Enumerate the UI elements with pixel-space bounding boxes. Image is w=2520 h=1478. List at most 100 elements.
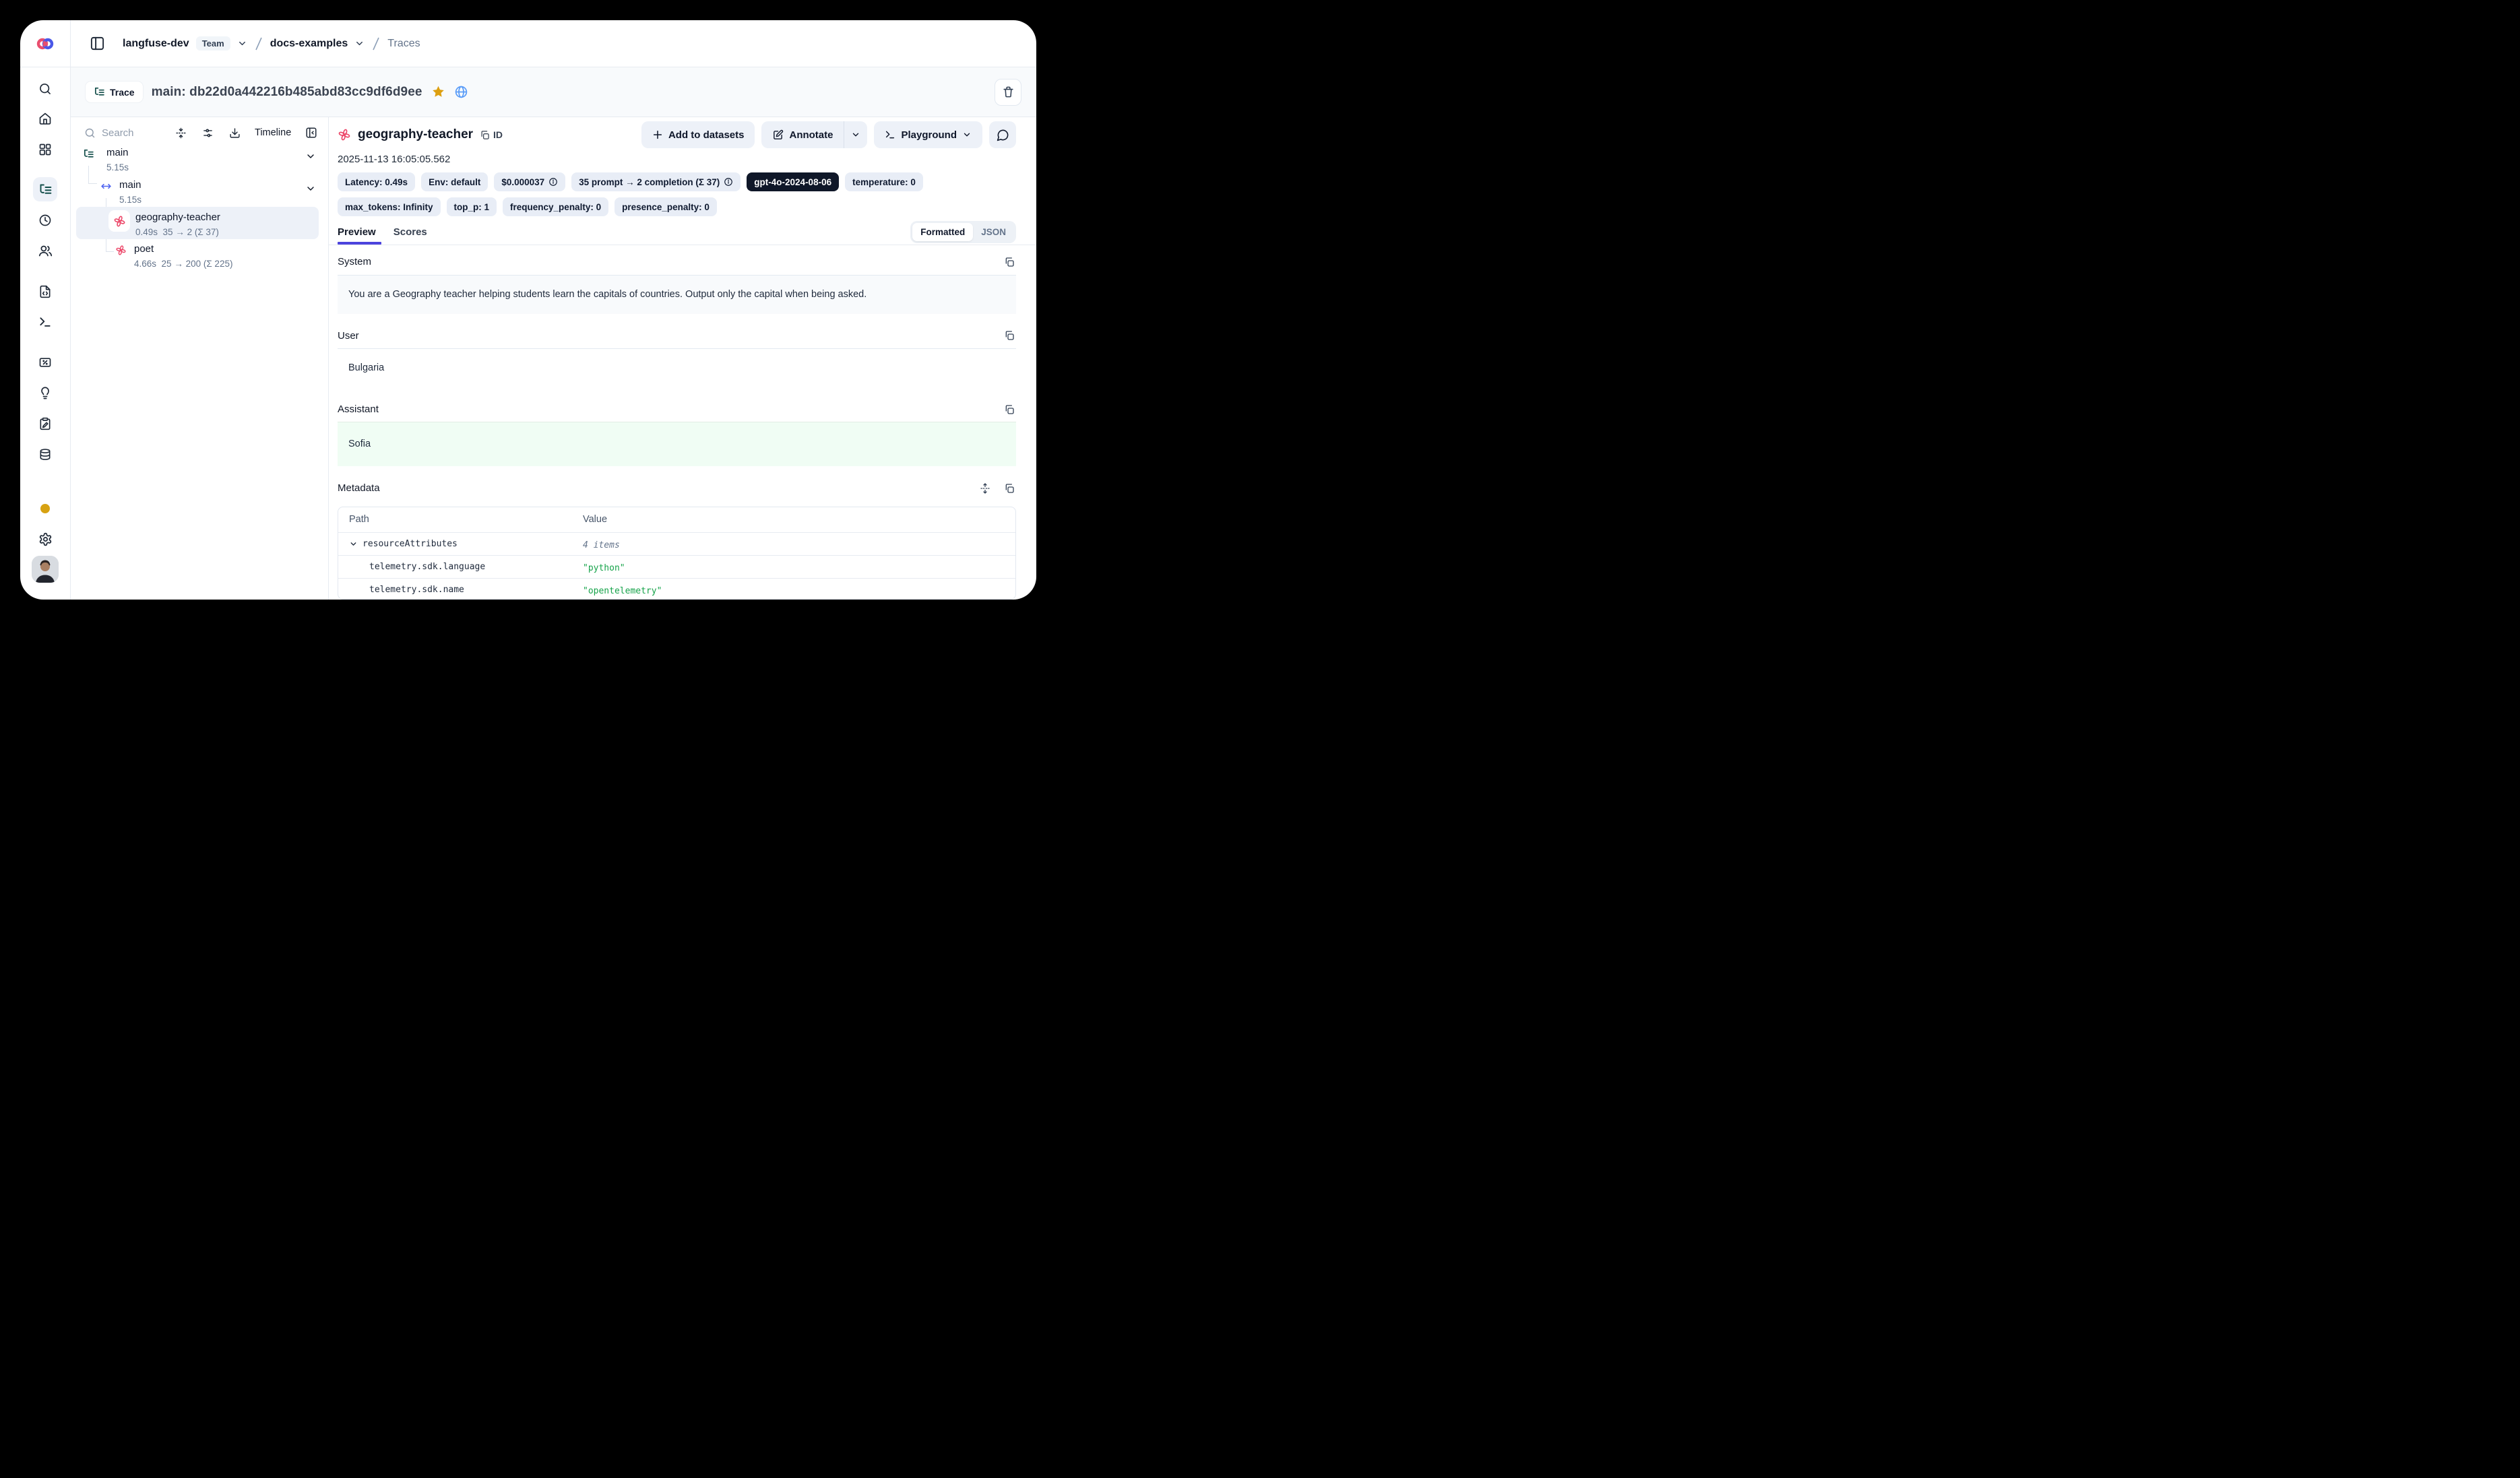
sidebar-item-search[interactable] (33, 77, 57, 101)
tree-node-metrics: 0.49s 35 → 2 (Σ 37) (135, 227, 219, 237)
tree-node-label[interactable]: poet (134, 243, 154, 255)
generation-icon (338, 128, 351, 141)
presence-penalty-badge: presence_penalty: 0 (615, 197, 717, 216)
tab-scores[interactable]: Scores (393, 219, 445, 245)
tree-settings-button[interactable] (199, 125, 216, 141)
sidebar-item-tracing[interactable] (33, 177, 57, 201)
model-badge[interactable]: gpt-4o-2024-08-06 (747, 172, 839, 191)
org-logo[interactable] (20, 20, 71, 67)
trace-tree-icon (38, 183, 53, 197)
sidebar-item-playground[interactable] (33, 310, 57, 334)
message-role: System (338, 256, 371, 267)
comment-bubble-icon (997, 129, 1009, 141)
square-pen-icon (772, 129, 784, 141)
sidebar-item-dashboards[interactable] (33, 137, 57, 162)
app-window: langfuse-dev Team docs-examples Traces (20, 20, 1036, 600)
chevron-down-icon[interactable] (305, 151, 316, 162)
sliders-icon (202, 127, 214, 139)
metadata-table-header: Path Value (338, 507, 1015, 532)
env-badge: Env: default (421, 172, 488, 191)
format-toggle-formatted[interactable]: Formatted (912, 223, 973, 241)
metadata-row[interactable]: telemetry.sdk.language "python" (338, 555, 1015, 578)
metadata-key: telemetry.sdk.language (369, 562, 485, 572)
format-toggle-json[interactable]: JSON (973, 223, 1014, 241)
trace-type-badge[interactable]: Trace (86, 82, 143, 102)
avatar-photo (32, 556, 59, 583)
add-to-datasets-button[interactable]: Add to datasets (641, 121, 755, 148)
info-icon (548, 177, 558, 187)
tree-node-label[interactable]: main (119, 179, 141, 191)
collapse-panel-button[interactable] (303, 124, 320, 141)
breadcrumb-section[interactable]: Traces (387, 38, 420, 50)
format-toggle: Formatted JSON (910, 221, 1016, 243)
chevron-down-icon[interactable] (349, 540, 358, 548)
generation-icon-tile (108, 210, 130, 232)
tokens-badge[interactable]: 35 prompt → 2 completion (Σ 37) (571, 172, 741, 191)
sidebar-item-home[interactable] (33, 106, 57, 131)
copy-id-button[interactable]: ID (480, 129, 503, 140)
chevron-down-icon[interactable] (237, 38, 247, 49)
message-content-assistant: Sofia (338, 422, 1016, 466)
message-header-user: User (338, 323, 1016, 348)
metadata-row[interactable]: resourceAttributes 4 items (338, 532, 1015, 555)
sidebar-item-insights[interactable] (33, 381, 57, 406)
sidebar-toggle-button[interactable] (87, 33, 108, 54)
breadcrumb-bar: langfuse-dev Team docs-examples Traces (71, 20, 1036, 67)
collapse-all-button[interactable] (172, 125, 189, 141)
copy-button[interactable] (1003, 403, 1016, 416)
download-button[interactable] (226, 125, 243, 141)
timeline-toggle[interactable]: Timeline (253, 126, 292, 139)
users-icon (38, 244, 53, 258)
latency-badge: Latency: 0.49s (338, 172, 415, 191)
bookmark-star-icon[interactable] (431, 85, 445, 99)
tree-node-metrics: 4.66s 25 → 200 (Σ 225) (134, 259, 232, 269)
observation-detail-panel: geography-teacher ID Add to datasets (329, 117, 1036, 600)
copy-button[interactable] (1003, 255, 1016, 269)
sidebar-item-datasets[interactable] (33, 443, 57, 467)
copy-button[interactable] (1003, 329, 1016, 342)
sidebar-item-evaluation[interactable] (33, 350, 57, 375)
user-avatar[interactable] (32, 556, 59, 583)
metadata-key: resourceAttributes (363, 539, 458, 549)
tab-preview[interactable]: Preview (338, 219, 393, 245)
annotate-button[interactable]: Annotate (761, 121, 844, 148)
chevron-down-icon[interactable] (354, 38, 365, 49)
globe-public-icon[interactable] (454, 85, 468, 99)
tree-node-label[interactable]: geography-teacher (135, 212, 220, 223)
tree-node-label[interactable]: main (106, 147, 129, 158)
metadata-title: Metadata (338, 482, 380, 494)
metadata-row[interactable]: telemetry.sdk.name "opentelemetry" (338, 578, 1015, 600)
sidebar-item-prompts[interactable] (33, 280, 57, 304)
generation-icon (115, 245, 127, 256)
tree-search[interactable] (84, 127, 162, 139)
breadcrumb-project[interactable]: langfuse-dev (123, 38, 189, 50)
column-value: Value (583, 514, 607, 525)
sidebar-item-settings[interactable] (33, 527, 57, 551)
max-tokens-badge: max_tokens: Infinity (338, 197, 441, 216)
sidebar-item-users[interactable] (33, 238, 57, 263)
expand-all-button[interactable] (978, 482, 992, 495)
search-icon (38, 82, 52, 96)
sidebar-item-sessions[interactable] (33, 208, 57, 232)
file-code-icon (38, 285, 52, 298)
detail-tabs: Preview Scores Formatted JSON (329, 219, 1036, 245)
delete-trace-button[interactable] (995, 79, 1021, 106)
comments-button[interactable] (989, 121, 1016, 148)
search-icon (84, 127, 96, 139)
add-to-datasets-label: Add to datasets (668, 129, 745, 141)
unfold-vertical-icon (980, 483, 990, 494)
home-icon (38, 112, 52, 125)
project-badge: Team (196, 36, 230, 51)
tree-toolbar: Timeline (71, 121, 328, 144)
tree-search-input[interactable] (102, 127, 162, 139)
id-label: ID (493, 129, 503, 140)
sidebar-item-annotation[interactable] (33, 412, 57, 436)
annotate-menu-button[interactable] (844, 121, 867, 148)
cost-badge[interactable]: $0.000037 (494, 172, 565, 191)
copy-button[interactable] (1003, 482, 1016, 495)
generation-icon (113, 215, 126, 228)
panel-left-icon (90, 36, 105, 51)
playground-button[interactable]: Playground (874, 121, 982, 148)
chevron-down-icon[interactable] (305, 183, 316, 194)
breadcrumb-organization[interactable]: docs-examples (270, 38, 348, 50)
